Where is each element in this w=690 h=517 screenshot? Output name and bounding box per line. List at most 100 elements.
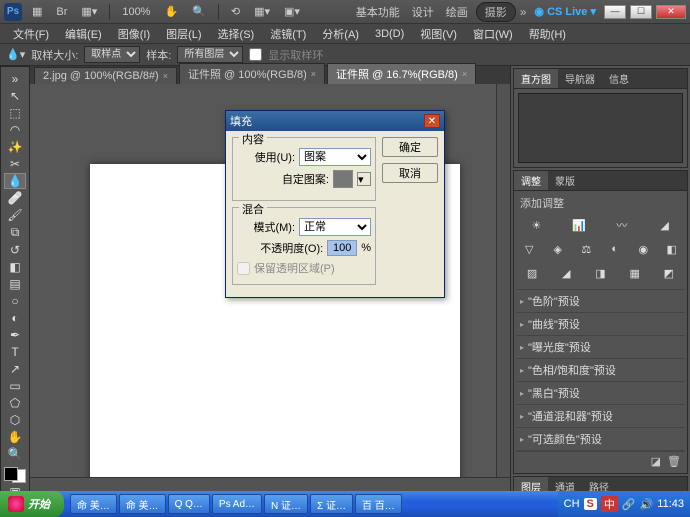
maximize-button[interactable]: ☐ xyxy=(630,5,652,19)
show-ring-checkbox[interactable] xyxy=(249,48,262,61)
crop-tool[interactable]: ✂ xyxy=(4,156,26,172)
preset-hue[interactable]: ▸"色相/饱和度"预设 xyxy=(516,359,685,382)
tray-net-icon[interactable]: 🔗 xyxy=(622,498,636,511)
pattern-swatch[interactable] xyxy=(333,170,353,188)
tab-navigator[interactable]: 导航器 xyxy=(558,69,602,88)
preset-mixer[interactable]: ▸"通道混和器"预设 xyxy=(516,405,685,428)
menu-filter[interactable]: 滤镜(T) xyxy=(263,24,313,44)
levels-icon[interactable]: 📊 xyxy=(570,217,588,233)
tab-info[interactable]: 信息 xyxy=(602,69,636,88)
history-brush-tool[interactable]: ↺ xyxy=(4,242,26,258)
menu-view[interactable]: 视图(V) xyxy=(413,24,464,44)
arrange-icon[interactable]: ▦▾ xyxy=(250,3,274,20)
doc-tab-3[interactable]: 证件照 @ 16.7%(RGB/8)× xyxy=(327,63,476,84)
ws-basic[interactable]: 基本功能 xyxy=(352,2,404,22)
ws-more-icon[interactable]: » xyxy=(520,5,527,19)
task-4[interactable]: Ps Ad… xyxy=(212,494,262,514)
marquee-tool[interactable]: ⬚ xyxy=(4,105,26,121)
menu-help[interactable]: 帮助(H) xyxy=(522,24,573,44)
task-2[interactable]: 命 美… xyxy=(119,494,166,514)
menu-edit[interactable]: 编辑(E) xyxy=(58,24,109,44)
doc-tab-1[interactable]: 2.jpg @ 100%(RGB/8#)× xyxy=(34,67,177,84)
selective-icon[interactable]: ◩ xyxy=(660,265,678,281)
hue-icon[interactable]: ◈ xyxy=(549,241,567,257)
tab-histogram[interactable]: 直方图 xyxy=(514,69,558,88)
balance-icon[interactable]: ⚖ xyxy=(577,241,595,257)
menu-image[interactable]: 图像(I) xyxy=(111,24,157,44)
threshold-icon[interactable]: ◨ xyxy=(591,265,609,281)
gradmap-icon[interactable]: ▦ xyxy=(626,265,644,281)
ime-icon[interactable]: S xyxy=(584,498,597,510)
hand-icon[interactable]: ✋ xyxy=(160,3,182,20)
mru-icon[interactable]: ▦ xyxy=(28,3,46,20)
vibrance-icon[interactable]: ▽ xyxy=(520,241,538,257)
eraser-tool[interactable]: ◧ xyxy=(4,259,26,275)
start-button[interactable]: 开始 xyxy=(0,491,64,517)
mixer-icon[interactable]: ◧ xyxy=(663,241,681,257)
zoom-tool[interactable]: 🔍 xyxy=(4,446,26,462)
ime-mode-icon[interactable]: 中 xyxy=(601,496,618,512)
preset-bw[interactable]: ▸"黑白"预设 xyxy=(516,382,685,405)
menu-analysis[interactable]: 分析(A) xyxy=(315,24,366,44)
preset-selective[interactable]: ▸"可选颜色"预设 xyxy=(516,428,685,451)
lasso-tool[interactable]: ◠ xyxy=(4,122,26,138)
minimize-button[interactable]: — xyxy=(604,5,626,19)
ws-paint[interactable]: 绘画 xyxy=(442,2,472,22)
hand-tool[interactable]: ✋ xyxy=(4,429,26,445)
close-button[interactable]: ✕ xyxy=(656,5,686,19)
ok-button[interactable]: 确定 xyxy=(382,137,438,157)
blur-tool[interactable]: ○ xyxy=(4,293,26,309)
task-6[interactable]: Σ 证… xyxy=(310,494,353,514)
tab-masks[interactable]: 蒙版 xyxy=(548,171,582,190)
preset-exposure[interactable]: ▸"曝光度"预设 xyxy=(516,336,685,359)
tray-lang-label[interactable]: CH xyxy=(564,498,580,510)
menu-select[interactable]: 选择(S) xyxy=(211,24,262,44)
task-5[interactable]: N 证… xyxy=(264,494,308,514)
brush-tool[interactable]: 🖌 xyxy=(4,207,26,223)
brightness-icon[interactable]: ☀ xyxy=(527,217,545,233)
ws-design[interactable]: 设计 xyxy=(408,2,438,22)
doc-tab-2[interactable]: 证件照 @ 100%(RGB/8)× xyxy=(179,63,325,84)
task-1[interactable]: 命 美… xyxy=(70,494,117,514)
photo-filter-icon[interactable]: ◉ xyxy=(634,241,652,257)
collapse-icon[interactable]: » xyxy=(4,71,26,87)
stamp-tool[interactable]: ⧉ xyxy=(4,224,26,241)
preset-levels[interactable]: ▸"色阶"预设 xyxy=(516,290,685,313)
bw-icon[interactable]: ◐ xyxy=(606,241,624,257)
tray-vol-icon[interactable]: 🔊 xyxy=(640,498,654,511)
sample-size-select[interactable]: 取样点 xyxy=(84,46,140,63)
opacity-input[interactable] xyxy=(327,240,357,256)
gradient-tool[interactable]: ▤ xyxy=(4,276,26,292)
mb-icon[interactable]: ▦▾ xyxy=(77,3,101,20)
menu-3d[interactable]: 3D(D) xyxy=(368,26,411,42)
sample-select[interactable]: 所有图层 xyxy=(177,46,243,63)
mode-select[interactable]: 正常 xyxy=(299,218,371,236)
cancel-button[interactable]: 取消 xyxy=(382,163,438,183)
move-tool[interactable]: ↖ xyxy=(4,88,26,104)
task-3[interactable]: Q Q… xyxy=(168,494,210,514)
preset-curves[interactable]: ▸"曲线"预设 xyxy=(516,313,685,336)
tab-close-icon[interactable]: × xyxy=(462,69,467,79)
exposure-icon[interactable]: ◢ xyxy=(656,217,674,233)
clip-icon[interactable]: ◪ xyxy=(651,455,661,468)
dodge-tool[interactable]: ◐ xyxy=(4,310,26,326)
type-tool[interactable]: T xyxy=(4,344,26,360)
task-7[interactable]: 百 百… xyxy=(355,494,402,514)
posterize-icon[interactable]: ◢ xyxy=(557,265,575,281)
trash-icon[interactable]: 🗑 xyxy=(667,455,681,468)
wand-tool[interactable]: ✨ xyxy=(4,139,26,155)
menu-window[interactable]: 窗口(W) xyxy=(466,24,520,44)
bridge-icon[interactable]: Br xyxy=(52,4,71,20)
cslive-button[interactable]: ◉ CS Live ▾ xyxy=(530,3,600,20)
heal-tool[interactable]: 🩹 xyxy=(4,190,26,206)
path-tool[interactable]: ↗ xyxy=(4,361,26,377)
pen-tool[interactable]: ✒ xyxy=(4,327,26,343)
tool-preset-icon[interactable]: 💧▾ xyxy=(6,48,25,61)
invert-icon[interactable]: ▨ xyxy=(523,265,541,281)
menu-layer[interactable]: 图层(L) xyxy=(159,24,208,44)
3d-tool[interactable]: ⬠ xyxy=(4,395,26,411)
use-select[interactable]: 图案 xyxy=(299,148,371,166)
tab-close-icon[interactable]: × xyxy=(163,71,168,81)
curves-icon[interactable]: 〰 xyxy=(613,217,631,233)
zoom-icon[interactable]: 🔍 xyxy=(188,3,210,20)
